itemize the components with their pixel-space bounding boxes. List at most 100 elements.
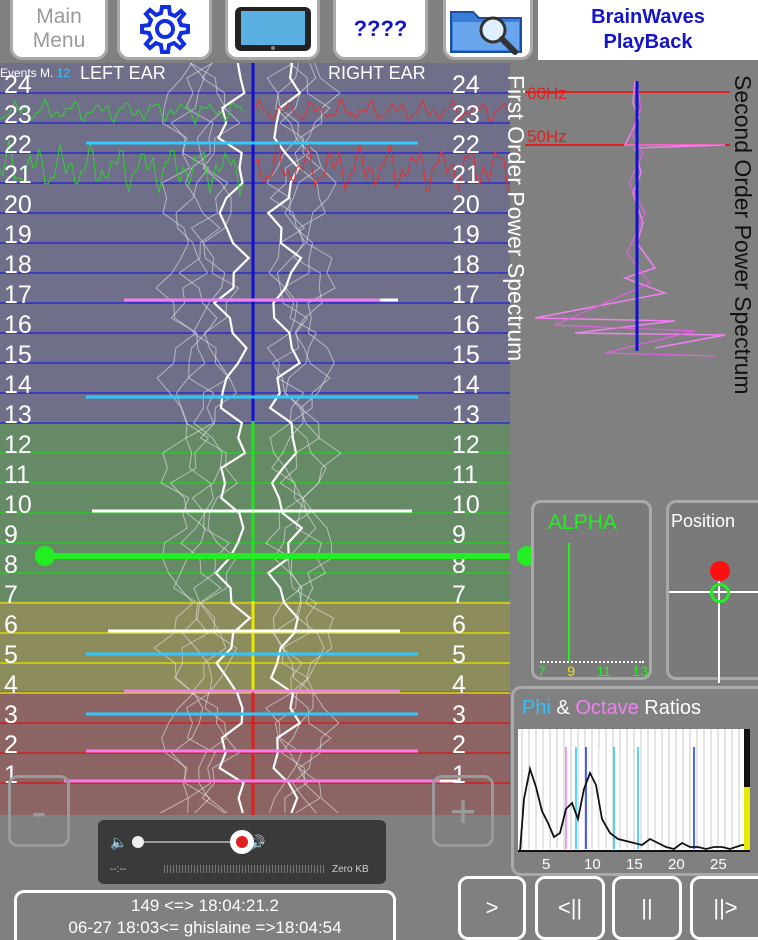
band-row-label-right: 23: [452, 101, 480, 129]
band-row-label-left: 23: [4, 101, 32, 129]
band-slider-left-handle[interactable]: [35, 546, 55, 566]
band-row-label-right: 3: [452, 701, 466, 729]
alpha-scale: [540, 653, 644, 663]
band-row-label-right: 14: [452, 371, 480, 399]
volume-slider[interactable]: [132, 841, 242, 843]
volume-knob[interactable]: [132, 836, 144, 848]
band-row-label-left: 22: [4, 131, 32, 159]
band-row-label-left: 5: [4, 641, 18, 669]
ratio-tick: 20: [668, 856, 685, 873]
band-row-label-right: 15: [452, 341, 480, 369]
octave-label: Octave: [575, 697, 639, 719]
zoom-out-button[interactable]: -: [8, 775, 70, 847]
band-row-label-right: 22: [452, 131, 480, 159]
phi-label: Phi: [522, 697, 551, 719]
band-row-label-left: 13: [4, 401, 32, 429]
ratio-tick: 10: [584, 856, 601, 873]
position-panel: Position: [666, 500, 758, 683]
position-title: Position: [671, 511, 736, 531]
status-line-1: 149 <=> 18:04:21.2: [131, 896, 279, 915]
second-order-spectrum: 60Hz 50Hz: [525, 80, 730, 357]
alpha-panel: ALPHA 7 9 11 13: [531, 500, 652, 680]
tablet-icon: [234, 6, 311, 51]
band-row-label-right: 6: [452, 611, 466, 639]
events-label: Events M. 12: [0, 66, 70, 80]
band-row-label-right: 9: [452, 521, 466, 549]
record-chevron-icon[interactable]: ⌄: [258, 836, 266, 847]
main-menu-label: Main Menu: [32, 4, 86, 52]
band-row-label-left: 16: [4, 311, 32, 339]
band-row-label-right: 11: [452, 461, 478, 489]
open-file-button[interactable]: [443, 0, 533, 60]
gear-icon: [139, 4, 190, 54]
main-menu-button[interactable]: Main Menu: [10, 0, 108, 60]
ratios-panel: Phi & Octave Ratios 5 10 15 20 25: [511, 686, 758, 876]
band-row-label-left: 14: [4, 371, 32, 399]
band-row-label-right: 12: [452, 431, 480, 459]
band-row-label-left: 9: [4, 521, 18, 549]
settings-button[interactable]: [117, 0, 212, 60]
display-button[interactable]: [225, 0, 320, 60]
band-row-label-left: 18: [4, 251, 32, 279]
step-back-button[interactable]: <||: [535, 876, 605, 940]
alpha-level-bar: [568, 543, 570, 661]
ratio-tick: 15: [626, 856, 643, 873]
band-row-label-right: 2: [452, 731, 466, 759]
step-forward-button[interactable]: ||>: [690, 876, 758, 940]
right-ear-label: RIGHT EAR: [328, 63, 426, 83]
status-box: 149 <=> 18:04:21.2 06-27 18:03<= ghislai…: [14, 890, 396, 940]
band-row-label-left: 4: [4, 671, 18, 699]
ratios-chart: 5 10 15 20 25: [518, 729, 750, 873]
zoom-in-button[interactable]: +: [432, 775, 494, 847]
band-row-label-left: 15: [4, 341, 32, 369]
player-size: Zero KB: [332, 864, 369, 875]
band-row-label-right: 19: [452, 221, 480, 249]
alpha-tick: 9: [567, 663, 576, 679]
pause-button[interactable]: ||: [612, 876, 682, 940]
band-row-label-left: 20: [4, 191, 32, 219]
band-row-label-left: 2: [4, 731, 18, 759]
ratios-title: Phi & Octave Ratios: [522, 697, 701, 719]
band-row-label-right: 24: [452, 71, 480, 99]
status-line-2: 06-27 18:03<= ghislaine =>18:04:54: [68, 918, 342, 937]
alpha-title: ALPHA: [548, 511, 617, 534]
folder-search-icon: [450, 10, 522, 55]
band-row-label-right: 7: [452, 581, 466, 609]
band-row-label-right: 18: [452, 251, 480, 279]
band-row-label-left: 21: [4, 161, 32, 189]
volume-low-icon: 🔈: [110, 834, 128, 850]
position-marker: [710, 561, 730, 581]
band-row-label-left: 6: [4, 611, 18, 639]
alpha-tick: 13: [632, 663, 648, 679]
play-button[interactable]: >: [458, 876, 526, 940]
position-target: [710, 583, 730, 603]
app-title: BrainWaves PlayBack: [538, 0, 758, 60]
band-row-label-right: 20: [452, 191, 480, 219]
left-ear-label: LEFT EAR: [80, 63, 166, 83]
band-row-label-right: 4: [452, 671, 466, 699]
band-row-label-right: 13: [452, 401, 480, 429]
alpha-tick: 7: [538, 663, 546, 679]
band-row-label-left: 3: [4, 701, 18, 729]
band-row-label-left: 10: [4, 491, 32, 519]
band-row-label-right: 16: [452, 311, 480, 339]
first-order-spectrum: .num{fill:#fff;font-size:25px;} .hdr{fil…: [0, 63, 510, 815]
ratio-tick: 5: [542, 856, 550, 873]
marker-60hz: 60Hz: [527, 84, 567, 103]
band-row-label-left: 7: [4, 581, 18, 609]
record-button[interactable]: [230, 830, 254, 854]
band-row-label-left: 19: [4, 221, 32, 249]
player-time: --:--: [110, 864, 127, 875]
band-row-label-left: 12: [4, 431, 32, 459]
help-button[interactable]: ????: [333, 0, 428, 60]
second-order-title: Second Order Power Spectrum: [730, 75, 756, 395]
band-row-label-left: 11: [4, 461, 30, 489]
band-row-label-right: 10: [452, 491, 480, 519]
ratio-tick: 25: [710, 856, 727, 873]
band-row-label-right: 17: [452, 281, 480, 309]
player-progress: [164, 865, 324, 873]
audio-player: 🔈 🔊 ⌄ --:-- Zero KB: [98, 820, 386, 884]
alpha-tick: 11: [596, 663, 611, 679]
marker-50hz: 50Hz: [527, 127, 567, 146]
band-row-label-right: 21: [452, 161, 480, 189]
